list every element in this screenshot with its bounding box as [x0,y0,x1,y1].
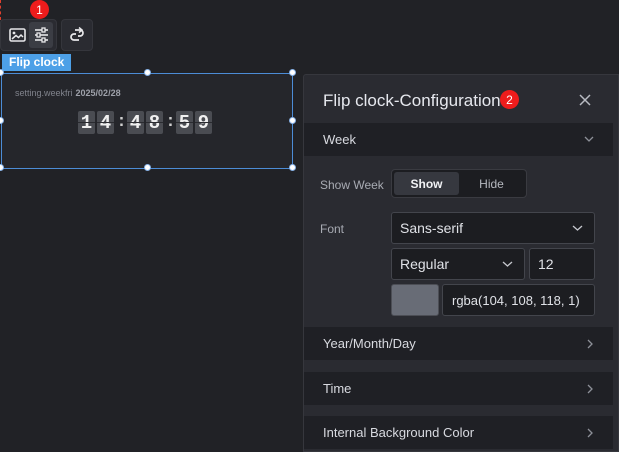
step-badge-1: 1 [30,0,49,19]
component-tag[interactable]: Flip clock [2,54,72,71]
resize-handle-tl[interactable] [0,69,4,76]
section-internal-background-color[interactable]: Internal Background Color [304,416,613,449]
interaction-button[interactable] [65,22,89,48]
panel-title: Flip clock-Configuration [323,91,501,110]
resize-handle-t[interactable] [144,69,151,76]
section-label: Time [323,381,352,396]
font-family-value: Sans-serif [400,220,464,236]
time-separator: : [116,113,127,132]
chevron-down-icon [502,261,513,267]
section-label: Week [323,132,356,147]
chevron-right-icon [587,339,593,349]
show-option[interactable]: Show [394,172,459,195]
toolbar-group-link [61,19,93,51]
chevron-right-icon [587,384,593,394]
section-year-month-day[interactable]: Year/Month/Day [304,327,613,360]
font-weight-value: Regular [400,256,450,272]
image-icon [8,27,26,42]
flip-clock-component[interactable]: setting.weekfri 2025/02/28 1 4 : 4 8 : 5 … [0,69,296,171]
second-tens-digit: 5 [176,111,193,134]
step-badge-2: 2 [500,90,519,109]
resize-handle-l[interactable] [0,117,4,124]
hour-ones-digit: 4 [97,111,114,134]
hide-option[interactable]: Hide [459,172,524,195]
hour-tens-digit: 1 [78,111,95,134]
section-week[interactable]: Week [304,123,613,156]
chevron-down-icon [572,225,583,231]
chevron-down-icon [584,136,594,142]
chevron-right-icon [587,428,593,438]
time-separator: : [165,113,176,132]
minute-tens-digit: 4 [127,111,144,134]
flip-clock-time: 1 4 : 4 8 : 5 9 [78,111,214,134]
resize-handle-bl[interactable] [0,164,4,171]
font-color-input[interactable]: rgba(104, 108, 118, 1) [442,284,595,316]
date-text: 2025/02/28 [75,88,121,98]
week-text: setting.weekfri [15,88,73,98]
font-size-value: 12 [538,256,554,272]
font-weight-select[interactable]: Regular [391,248,525,280]
section-label: Internal Background Color [323,425,475,440]
guide-line [0,0,1,20]
week-date-line: setting.weekfri 2025/02/28 [15,88,121,98]
link-icon [70,26,84,41]
resize-handle-b[interactable] [144,164,151,171]
font-size-input[interactable]: 12 [529,248,595,280]
toolbar-group [0,19,57,51]
minute-ones-digit: 8 [146,111,163,134]
section-label: Year/Month/Day [323,336,416,351]
font-color-value: rgba(104, 108, 118, 1) [452,292,580,308]
resize-handle-br[interactable] [289,164,296,171]
settings-button[interactable] [29,22,53,48]
resize-handle-tr[interactable] [289,69,296,76]
show-week-label: Show Week [320,178,384,192]
image-button[interactable] [5,22,29,48]
show-week-toggle: Show Hide [391,169,527,198]
configuration-panel: Flip clock-Configuration Week Show Week … [303,74,619,452]
second-ones-digit: 9 [195,111,212,134]
font-family-select[interactable]: Sans-serif [391,212,595,244]
font-label: Font [320,222,345,236]
section-time[interactable]: Time [304,372,613,405]
close-icon[interactable] [578,93,592,107]
resize-handle-r[interactable] [289,117,296,124]
font-color-swatch[interactable] [391,284,439,316]
sliders-icon [34,27,48,43]
